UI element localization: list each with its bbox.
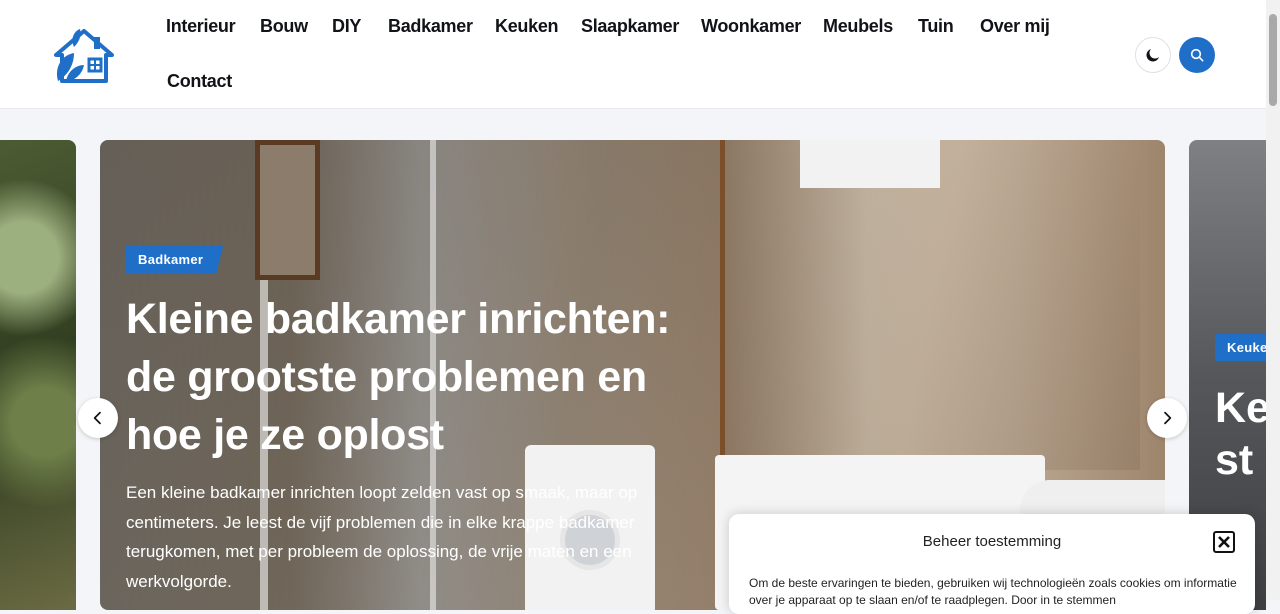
chevron-right-icon: [1164, 411, 1172, 425]
scrollbar-thumb[interactable]: [1269, 14, 1277, 106]
nav-item-tuin[interactable]: Tuin: [918, 16, 954, 37]
bathroom-mirror: [720, 140, 1140, 470]
nav-item-slaapkamer[interactable]: Slaapkamer: [581, 16, 679, 37]
site-logo[interactable]: [50, 25, 118, 85]
nav-item-meubels[interactable]: Meubels: [823, 16, 893, 37]
slider-prev-button[interactable]: [78, 398, 118, 438]
consent-close-button[interactable]: [1213, 531, 1235, 553]
slider-next-button[interactable]: [1147, 398, 1187, 438]
slide-title[interactable]: Kleine badkamer inrichten: de grootste p…: [126, 290, 726, 464]
category-badge[interactable]: Badkamer: [126, 246, 224, 273]
nav-item-keuken[interactable]: Keuken: [495, 16, 559, 37]
consent-text: Om de beste ervaringen te bieden, gebrui…: [749, 576, 1237, 607]
nav-item-contact[interactable]: Contact: [167, 71, 232, 92]
previous-slide-image[interactable]: [0, 140, 76, 610]
consent-title: Beheer toestemming: [922, 533, 1062, 550]
nav-item-badkamer[interactable]: Badkamer: [388, 16, 473, 37]
dark-mode-toggle[interactable]: [1135, 37, 1171, 73]
house-leaf-logo-icon: [54, 29, 114, 83]
close-icon: [1218, 536, 1230, 548]
air-conditioner: [800, 140, 940, 188]
page-scrollbar[interactable]: [1266, 0, 1280, 600]
search-icon: [1190, 48, 1204, 62]
nav-item-bouw[interactable]: Bouw: [260, 16, 308, 37]
site-header: Interieur Bouw DIY Badkamer Keuken Slaap…: [0, 0, 1266, 109]
chevron-left-icon: [93, 411, 101, 425]
nav-item-over-mij[interactable]: Over mij: [980, 16, 1050, 37]
nav-item-woonkamer[interactable]: Woonkamer: [701, 16, 801, 37]
slide-excerpt: Een kleine badkamer inrichten loopt zeld…: [126, 483, 638, 592]
nav-item-interieur[interactable]: Interieur: [166, 16, 236, 37]
wall-picture-frame: [255, 140, 320, 280]
moon-icon: [1146, 49, 1159, 62]
search-button[interactable]: [1179, 37, 1215, 73]
cookie-consent-dialog: Beheer toestemming Om de beste ervaringe…: [729, 514, 1255, 614]
nav-item-diy[interactable]: DIY: [332, 16, 361, 37]
